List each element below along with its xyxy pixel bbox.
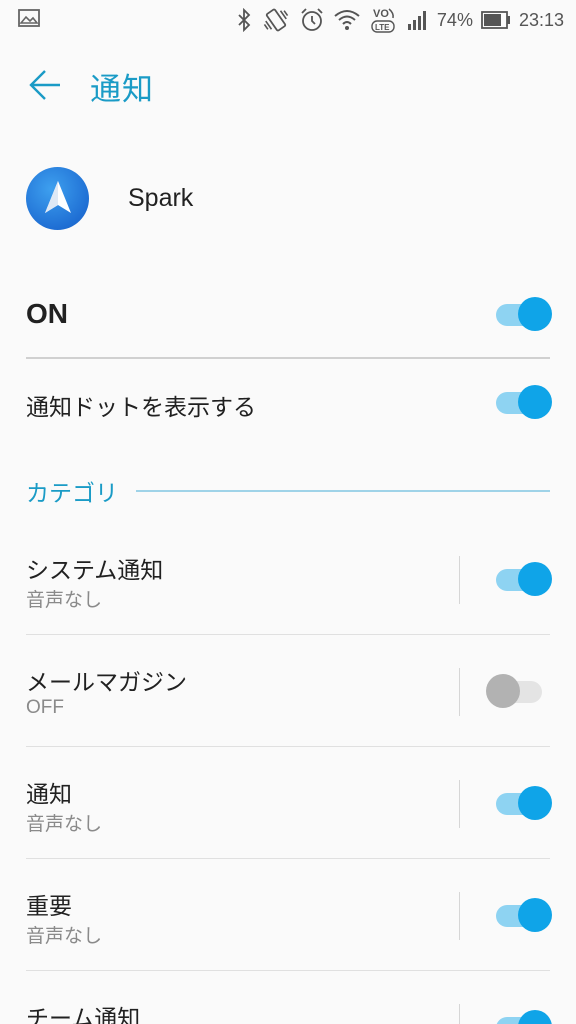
vibrate-icon [261, 7, 291, 33]
separator [459, 556, 460, 604]
volte-bottom-label: LTE [375, 23, 390, 32]
alarm-icon [299, 7, 325, 33]
category-row-important[interactable]: 重要 音声なし [0, 876, 576, 970]
category-subtitle: 音声なし [26, 925, 103, 947]
category-section-header: カテゴリ [26, 473, 550, 509]
app-bar: 通知 [0, 50, 576, 118]
category-subtitle: OFF [26, 697, 64, 718]
category-title: チーム通知 [26, 1006, 141, 1024]
clock: 23:13 [518, 9, 564, 30]
image-icon [18, 9, 40, 27]
category-subtitle: 音声なし [26, 589, 103, 611]
category-toggle[interactable] [486, 673, 554, 709]
category-row-system[interactable]: システム通知 音声なし [0, 540, 576, 634]
category-toggle[interactable] [494, 1009, 552, 1024]
screen: VO LTE 74% 23:13 通知 Spark ON 通知ドットを表示する … [0, 0, 576, 1024]
separator [459, 780, 460, 828]
page-title: 通知 [90, 72, 154, 108]
master-toggle[interactable] [494, 296, 552, 332]
master-switch-label: ON [26, 298, 68, 329]
back-button[interactable] [24, 64, 66, 106]
separator [459, 892, 460, 940]
divider [26, 970, 550, 971]
category-subtitle: 音声なし [26, 813, 103, 835]
spark-app-icon [26, 166, 89, 230]
volte-icon: VO LTE [369, 5, 399, 35]
master-switch-row[interactable]: ON [0, 286, 576, 346]
category-row-notification[interactable]: 通知 音声なし [0, 764, 576, 858]
battery-icon [481, 11, 511, 29]
notification-dot-label: 通知ドットを表示する [26, 395, 256, 421]
signal-icon [407, 9, 429, 31]
app-name: Spark [128, 183, 194, 212]
app-info: Spark [26, 166, 193, 230]
section-line [136, 490, 550, 492]
category-row-team[interactable]: チーム通知 [0, 988, 576, 1024]
category-toggle[interactable] [494, 561, 552, 597]
divider [26, 858, 550, 859]
category-title: 通知 [26, 782, 72, 808]
category-section-label: カテゴリ [26, 481, 118, 507]
category-title: 重要 [26, 894, 72, 920]
status-bar: VO LTE 74% 23:13 [0, 0, 576, 40]
notification-dot-toggle[interactable] [494, 384, 552, 420]
category-title: システム通知 [26, 558, 164, 584]
battery-percent: 74% [436, 9, 473, 30]
wifi-icon [333, 7, 361, 33]
volte-top-label: VO [373, 8, 389, 20]
arrow-back-icon [29, 70, 60, 100]
notification-dot-row[interactable]: 通知ドットを表示する [0, 374, 576, 430]
divider [26, 746, 550, 747]
category-toggle[interactable] [494, 897, 552, 933]
category-title: メールマガジン [26, 670, 187, 696]
category-toggle[interactable] [494, 785, 552, 821]
category-row-newsletter[interactable]: メールマガジン OFF [0, 652, 576, 746]
bluetooth-icon [235, 8, 253, 32]
separator [459, 668, 460, 716]
divider [26, 357, 550, 359]
separator [459, 1004, 460, 1024]
divider [26, 634, 550, 635]
